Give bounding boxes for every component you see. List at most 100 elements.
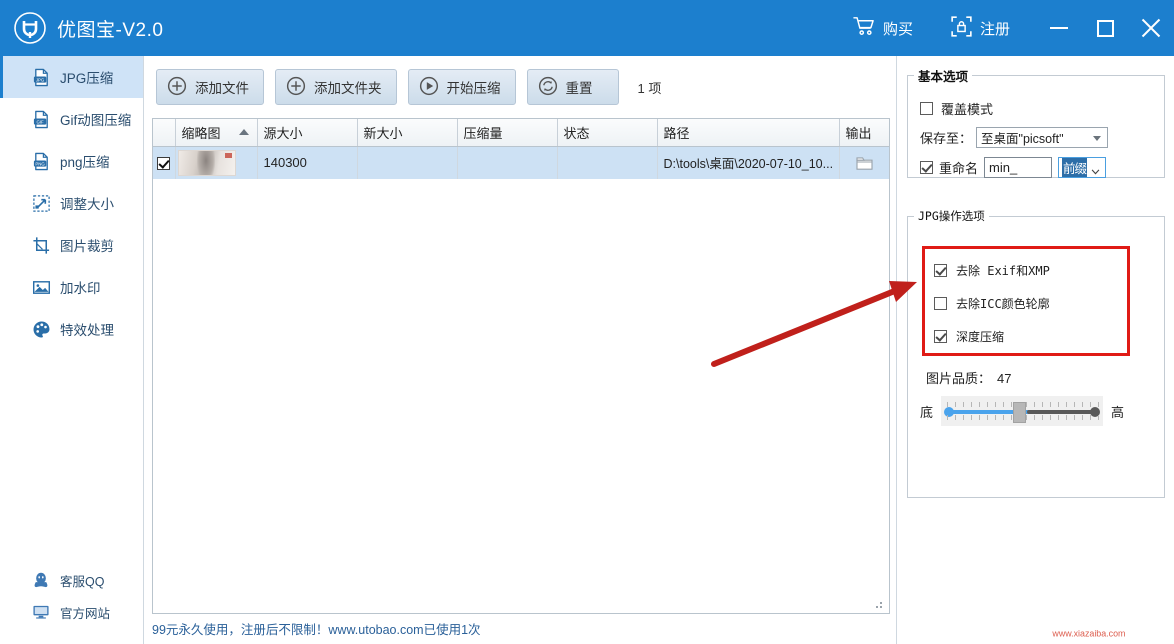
remove-exif-xmp-row[interactable]: 去除 Exif和XMP xyxy=(934,262,1050,279)
row-compression xyxy=(457,147,557,179)
sidebar-item-official-website[interactable]: 官方网站 xyxy=(0,596,143,628)
column-label: 路径 xyxy=(664,126,690,141)
resize-grip[interactable] xyxy=(876,600,885,609)
buy-button[interactable]: 购买 xyxy=(841,10,925,46)
rename-input[interactable]: min_ xyxy=(984,157,1052,178)
remove-icc-profile-checkbox[interactable] xyxy=(934,297,947,310)
sidebar-bottom-group: 客服QQ 官方网站 xyxy=(0,564,143,628)
sidebar-item-png-compress[interactable]: PNG png压缩 xyxy=(0,140,143,182)
plus-circle-icon xyxy=(167,76,187,99)
row-checkbox-cell[interactable] xyxy=(153,147,175,179)
options-panel: 基本选项 覆盖模式 保存至： 至桌面"picsoft" 重命名 min_ xyxy=(896,56,1174,644)
column-header-status[interactable]: 状态 xyxy=(557,119,657,147)
png-file-icon: PNG xyxy=(32,152,51,171)
sidebar-item-label: 客服QQ xyxy=(60,571,104,590)
sidebar-item-label: 官方网站 xyxy=(60,603,110,622)
main-content: 添加文件 添加文件夹 开始压缩 xyxy=(144,56,896,644)
item-count-label: 1 项 xyxy=(638,78,662,97)
quality-value: 47 xyxy=(997,371,1011,386)
sidebar-item-jpg-compress[interactable]: JPG JPG压缩 xyxy=(0,56,143,98)
table-row[interactable]: 140300 D:\tools\桌面\2020-07-10_10... xyxy=(153,147,889,179)
deep-compress-row[interactable]: 深度压缩 xyxy=(934,328,1004,345)
column-header-new-size[interactable]: 新大小 xyxy=(357,119,457,147)
sidebar-item-label: png压缩 xyxy=(60,151,110,171)
sidebar-item-effects[interactable]: 特效处理 xyxy=(0,308,143,350)
overwrite-mode-checkbox[interactable] xyxy=(920,102,933,115)
column-header-source-size[interactable]: 源大小 xyxy=(257,119,357,147)
rename-mode-value: 前缀 xyxy=(1062,158,1087,177)
sidebar-item-label: 图片裁剪 xyxy=(60,235,114,255)
slider-ticks-bottom xyxy=(947,415,1099,420)
row-new-size xyxy=(357,147,457,179)
sidebar-item-resize[interactable]: 调整大小 xyxy=(0,182,143,224)
column-header-path[interactable]: 路径 xyxy=(657,119,839,147)
row-thumbnail-cell xyxy=(175,147,257,179)
remove-exif-xmp-checkbox[interactable] xyxy=(934,264,947,277)
start-compress-button-label: 开始压缩 xyxy=(447,77,501,97)
status-bar-text[interactable]: 99元永久使用，注册后不限制！www.utobao.com已使用1次 xyxy=(152,619,481,638)
sidebar-item-qq-support[interactable]: 客服QQ xyxy=(0,564,143,596)
watermark-image-icon xyxy=(32,278,51,297)
jpg-options-title: JPG操作选项 xyxy=(914,208,989,224)
remove-icc-profile-label: 去除ICC颜色轮廓 xyxy=(956,295,1050,312)
qq-penguin-icon xyxy=(32,571,51,590)
save-to-value: 至桌面"picsoft" xyxy=(981,128,1064,147)
basic-options-group: 基本选项 覆盖模式 保存至： 至桌面"picsoft" 重命名 min_ xyxy=(907,66,1165,178)
slider-high-label: 高 xyxy=(1111,402,1124,421)
start-compress-button[interactable]: 开始压缩 xyxy=(408,69,516,105)
quality-slider[interactable] xyxy=(941,396,1103,426)
rename-mode-select[interactable]: 前缀 xyxy=(1058,157,1106,178)
quality-label: 图片品质： xyxy=(926,371,991,386)
svg-text:JPG: JPG xyxy=(36,77,45,82)
column-header-output[interactable]: 输出 xyxy=(839,119,889,147)
sidebar-item-gif-compress[interactable]: GIF Gif动图压缩 xyxy=(0,98,143,140)
overwrite-mode-label: 覆盖模式 xyxy=(941,99,993,118)
monitor-icon xyxy=(32,603,51,622)
minimize-icon xyxy=(1050,27,1068,29)
sidebar-item-label: Gif动图压缩 xyxy=(60,109,131,129)
folder-open-icon[interactable] xyxy=(856,156,873,170)
plus-circle-icon xyxy=(286,76,306,99)
image-thumbnail xyxy=(178,150,236,176)
maximize-button[interactable] xyxy=(1082,0,1128,56)
resize-icon xyxy=(32,194,51,213)
chevron-down-icon xyxy=(1093,136,1101,141)
minimize-button[interactable] xyxy=(1036,0,1082,56)
deep-compress-label: 深度压缩 xyxy=(956,328,1004,345)
gif-file-icon: GIF xyxy=(32,110,51,129)
column-header-compression[interactable]: 压缩量 xyxy=(457,119,557,147)
svg-text:GIF: GIF xyxy=(36,119,44,124)
row-output-cell[interactable] xyxy=(839,147,889,179)
jpg-file-icon: JPG xyxy=(32,68,51,87)
column-header-thumbnail[interactable]: 缩略图 xyxy=(175,119,257,147)
sidebar-item-label: JPG压缩 xyxy=(60,67,113,87)
column-label: 状态 xyxy=(564,126,590,141)
file-list-container[interactable]: 缩略图 源大小 新大小 压缩量 状态 路径 xyxy=(152,118,890,614)
sidebar-item-label: 调整大小 xyxy=(60,193,114,213)
close-button[interactable] xyxy=(1128,0,1174,56)
palette-icon xyxy=(32,320,51,339)
rename-checkbox[interactable] xyxy=(920,161,933,174)
column-header-checkbox[interactable] xyxy=(153,119,175,147)
title-bar: 优图宝-V2.0 购买 xyxy=(0,0,1174,56)
add-file-button[interactable]: 添加文件 xyxy=(156,69,264,105)
remove-icc-profile-row[interactable]: 去除ICC颜色轮廓 xyxy=(934,295,1050,312)
play-circle-icon xyxy=(419,76,439,99)
overwrite-mode-row[interactable]: 覆盖模式 xyxy=(920,99,993,118)
reset-button[interactable]: 重置 xyxy=(527,69,619,105)
buy-button-label: 购买 xyxy=(883,18,913,39)
remove-exif-xmp-label: 去除 Exif和XMP xyxy=(956,262,1050,279)
deep-compress-checkbox[interactable] xyxy=(934,330,947,343)
quality-row: 图片品质： 47 xyxy=(926,368,1011,387)
save-to-label: 保存至： xyxy=(920,128,972,147)
row-path: D:\tools\桌面\2020-07-10_10... xyxy=(657,147,839,179)
sidebar-item-watermark[interactable]: 加水印 xyxy=(0,266,143,308)
column-label: 源大小 xyxy=(264,126,303,141)
register-button[interactable]: 注册 xyxy=(939,10,1022,47)
save-to-select[interactable]: 至桌面"picsoft" xyxy=(976,127,1108,148)
add-folder-button[interactable]: 添加文件夹 xyxy=(275,69,397,105)
slider-low-label: 底 xyxy=(920,402,933,421)
row-checkbox[interactable] xyxy=(157,157,170,170)
sidebar: JPG JPG压缩 GIF Gif动图压缩 xyxy=(0,56,144,644)
sidebar-item-crop[interactable]: 图片裁剪 xyxy=(0,224,143,266)
